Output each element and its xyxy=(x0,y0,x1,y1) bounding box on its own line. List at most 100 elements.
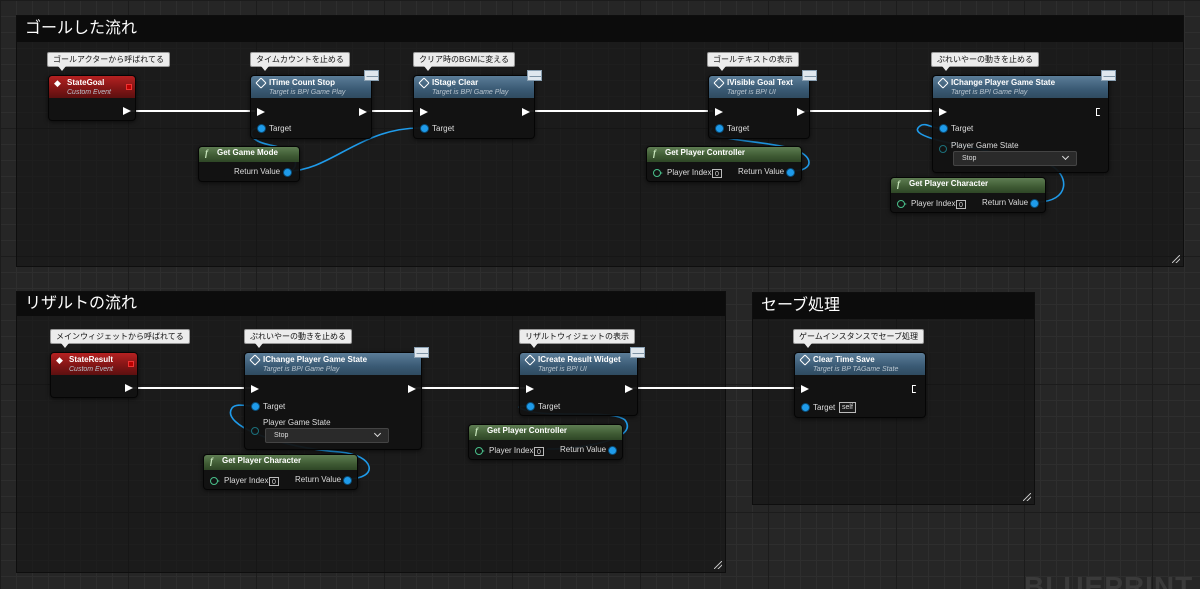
node-title: Get Game Mode xyxy=(217,148,278,157)
target-pin[interactable] xyxy=(940,125,947,132)
player-index-pin[interactable] xyxy=(475,447,485,455)
pin-label: Target xyxy=(813,403,836,412)
exec-out-pin[interactable] xyxy=(408,385,416,394)
node-title: Get Player Character xyxy=(222,456,302,465)
comment-bubble[interactable]: リザルトウィジェットの表示 xyxy=(519,329,635,348)
comment-bubble[interactable]: ゲームインスタンスでセーブ処理 xyxy=(793,329,924,348)
comment-bubble[interactable]: タイムカウントを止める xyxy=(250,52,350,71)
exec-out-pin[interactable] xyxy=(123,107,131,116)
function-icon xyxy=(250,356,258,364)
function-node-change-player-game-state[interactable]: IChange Player Game State Target is BPI … xyxy=(244,347,429,450)
function-f-icon: f xyxy=(475,426,478,436)
event-diamond-icon: ◆ xyxy=(54,78,61,88)
function-node-create-result-widget[interactable]: ICreate Result Widget Target is BPI UI T… xyxy=(519,347,645,416)
comment-bubble[interactable]: メインウィジェットから呼ばれてる xyxy=(50,329,190,348)
exec-in-pin[interactable] xyxy=(257,108,265,117)
node-title: Get Player Controller xyxy=(665,148,746,157)
game-state-pin[interactable] xyxy=(251,427,259,435)
comment-bubble[interactable]: ぷれいやーの動きを止める xyxy=(244,329,352,348)
node-title: IStage Clear xyxy=(432,78,479,87)
node-subtitle: Custom Event xyxy=(69,366,113,373)
node-title: StateResult xyxy=(69,355,114,364)
game-state-pin[interactable] xyxy=(939,145,947,153)
node-subtitle: Target is BPI UI xyxy=(727,89,776,96)
exec-in-pin[interactable] xyxy=(939,108,947,117)
return-value-pin[interactable] xyxy=(284,169,291,176)
return-value-pin[interactable] xyxy=(344,477,351,484)
event-node-state-result[interactable]: ◆ StateResult Custom Event xyxy=(50,352,138,398)
target-pin[interactable] xyxy=(802,404,809,411)
self-value[interactable]: self xyxy=(839,402,856,413)
target-pin[interactable] xyxy=(421,125,428,132)
pin-label: Target xyxy=(727,124,750,133)
node-title: Clear Time Save xyxy=(813,355,875,364)
event-node-state-goal[interactable]: ◆ StateGoal Custom Event xyxy=(48,75,136,121)
player-index-value[interactable]: 0 xyxy=(956,200,966,209)
param-label: Player Game State xyxy=(263,418,331,427)
comment-title-save[interactable]: セーブ処理 xyxy=(753,293,1034,319)
function-node-change-player-game-state[interactable]: IChange Player Game State Target is BPI … xyxy=(932,70,1116,173)
comment-title-goal[interactable]: ゴールした流れ xyxy=(17,16,1183,42)
delegate-pin-icon[interactable] xyxy=(128,361,134,367)
exec-out-pin[interactable] xyxy=(522,108,530,117)
pin-label: Target xyxy=(263,402,286,411)
player-index-value[interactable]: 0 xyxy=(712,169,722,178)
comment-bubble[interactable]: ゴールアクターから呼ばれてる xyxy=(47,52,171,71)
exec-out-pin[interactable] xyxy=(912,385,918,393)
player-index-pin[interactable] xyxy=(897,200,907,208)
game-state-dropdown[interactable]: Stop xyxy=(265,428,389,443)
pure-node-get-player-controller[interactable]: f Get Player Controller Player Index 0 R… xyxy=(646,146,802,182)
function-node-stage-clear[interactable]: IStage Clear Target is BPI Game Play Tar… xyxy=(413,70,542,139)
function-node-clear-time-save[interactable]: Clear Time Save Target is BP TAGame Stat… xyxy=(794,352,926,418)
interface-message-icon xyxy=(802,70,817,81)
pin-label: Player Index xyxy=(224,476,269,485)
pure-node-get-player-character[interactable]: f Get Player Character Player Index 0 Re… xyxy=(203,454,358,490)
delegate-pin-icon[interactable] xyxy=(126,84,132,90)
function-node-time-count-stop[interactable]: ITime Count Stop Target is BPI Game Play… xyxy=(250,70,379,139)
node-subtitle: Custom Event xyxy=(67,89,111,96)
pin-label: Return Value xyxy=(295,475,342,484)
comment-bubble[interactable]: ぷれいやーの動きを止める xyxy=(931,52,1039,71)
exec-in-pin[interactable] xyxy=(715,108,723,117)
game-state-dropdown[interactable]: Stop xyxy=(953,151,1077,166)
player-index-value[interactable]: 0 xyxy=(269,477,279,486)
comment-bubble[interactable]: ゴールテキストの表示 xyxy=(707,52,799,71)
target-pin[interactable] xyxy=(252,403,259,410)
pure-node-get-game-mode[interactable]: f Get Game Mode Return Value xyxy=(198,146,300,182)
return-value-pin[interactable] xyxy=(609,447,616,454)
resize-handle-icon[interactable] xyxy=(1171,254,1180,263)
player-index-pin[interactable] xyxy=(653,169,663,177)
exec-out-pin[interactable] xyxy=(359,108,367,117)
return-value-pin[interactable] xyxy=(787,169,794,176)
comment-bubble[interactable]: クリア時のBGMに変える xyxy=(413,52,515,71)
exec-out-pin[interactable] xyxy=(1096,108,1102,116)
resize-handle-icon[interactable] xyxy=(1022,492,1031,501)
interface-message-icon xyxy=(414,347,429,358)
exec-out-pin[interactable] xyxy=(797,108,805,117)
blueprint-watermark: BLUEPRINT xyxy=(1024,571,1194,589)
exec-out-pin[interactable] xyxy=(125,384,133,393)
exec-out-pin[interactable] xyxy=(625,385,633,394)
pure-node-get-player-controller[interactable]: f Get Player Controller Player Index 0 R… xyxy=(468,424,623,460)
node-subtitle: Target is BPI Game Play xyxy=(951,89,1028,96)
return-value-pin[interactable] xyxy=(1031,200,1038,207)
node-title: ICreate Result Widget xyxy=(538,355,621,364)
pure-node-get-player-character[interactable]: f Get Player Character Player Index 0 Re… xyxy=(890,177,1046,213)
player-index-value[interactable]: 0 xyxy=(534,447,544,456)
target-pin[interactable] xyxy=(527,403,534,410)
node-title: Get Player Controller xyxy=(487,426,568,435)
exec-in-pin[interactable] xyxy=(801,385,809,394)
target-pin[interactable] xyxy=(716,125,723,132)
exec-in-pin[interactable] xyxy=(420,108,428,117)
function-node-visible-goal-text[interactable]: IVisible Goal Text Target is BPI UI Targ… xyxy=(708,70,817,139)
player-index-pin[interactable] xyxy=(210,477,220,485)
target-pin[interactable] xyxy=(258,125,265,132)
pin-label: Return Value xyxy=(982,198,1029,207)
node-title: IChange Player Game State xyxy=(263,355,368,364)
comment-title-result[interactable]: リザルトの流れ xyxy=(17,292,725,316)
resize-handle-icon[interactable] xyxy=(713,560,722,569)
node-title: Get Player Character xyxy=(909,179,989,188)
exec-in-pin[interactable] xyxy=(251,385,259,394)
exec-in-pin[interactable] xyxy=(526,385,534,394)
pin-label: Target xyxy=(269,124,292,133)
